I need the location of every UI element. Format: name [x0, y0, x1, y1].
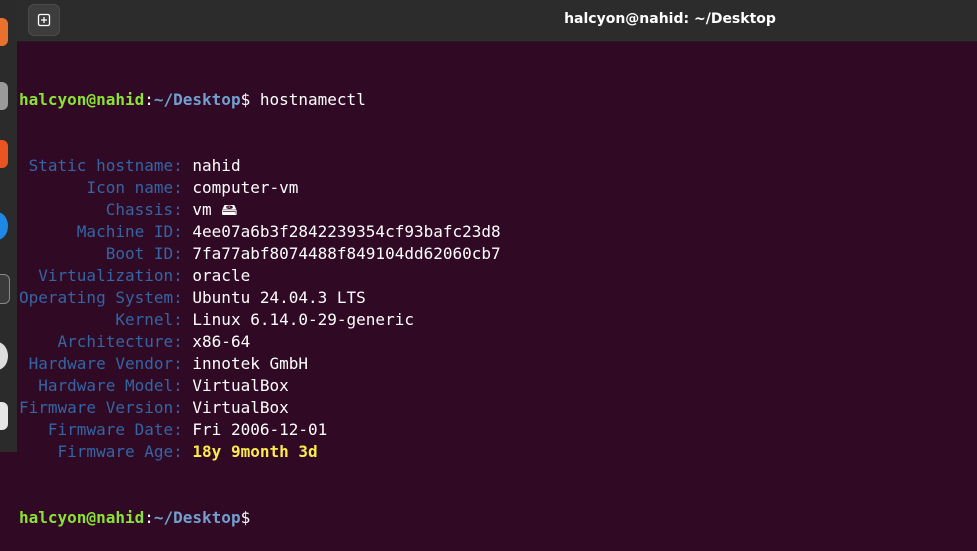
software-icon[interactable] [0, 140, 8, 168]
output-value: Ubuntu 24.04.3 LTS [192, 288, 365, 307]
output-row: Machine ID: 4ee07a6b3f2842239354cf93bafc… [19, 221, 977, 243]
output-label: Hardware Vendor: [29, 354, 183, 373]
output-label: Static hostname: [29, 156, 183, 175]
output-value: Fri 2006-12-01 [192, 420, 327, 439]
prompt-symbol: $ [241, 90, 251, 109]
output-row: Architecture: x86-64 [19, 331, 977, 353]
help-icon[interactable] [0, 212, 8, 240]
output-label: Kernel: [115, 310, 182, 329]
output-value: vm 🖴 [192, 200, 237, 219]
prompt-symbol: $ [241, 508, 251, 527]
output-label: Virtualization: [38, 266, 183, 285]
prompt-path: ~/Desktop [154, 508, 241, 527]
output-label: Icon name: [86, 178, 182, 197]
output-value: computer-vm [192, 178, 298, 197]
title-bar: halcyon@nahid: ~/Desktop [17, 0, 977, 42]
output-row: Static hostname: nahid [19, 155, 977, 177]
output-row: Operating System: Ubuntu 24.04.3 LTS [19, 287, 977, 309]
output-value: VirtualBox [192, 398, 288, 417]
hostnamectl-output: Static hostname: nahid Icon name: comput… [19, 155, 977, 463]
output-row: Hardware Model: VirtualBox [19, 375, 977, 397]
prompt-line[interactable]: halcyon@nahid:~/Desktop$ [19, 507, 977, 529]
output-value: x86-64 [192, 332, 250, 351]
settings-icon[interactable] [0, 342, 8, 370]
output-row: Firmware Age: 18y 9month 3d [19, 441, 977, 463]
output-row: Firmware Version: VirtualBox [19, 397, 977, 419]
output-row: Firmware Date: Fri 2006-12-01 [19, 419, 977, 441]
output-label: Chassis: [106, 200, 183, 219]
prompt-sep: : [144, 90, 154, 109]
output-value: oracle [192, 266, 250, 285]
output-row: Chassis: vm 🖴 [19, 199, 977, 221]
output-label: Hardware Model: [38, 376, 183, 395]
output-row: Hardware Vendor: innotek GmbH [19, 353, 977, 375]
trash-icon[interactable] [0, 402, 8, 430]
prompt-sep: : [144, 508, 154, 527]
window-title: halcyon@nahid: ~/Desktop [17, 11, 977, 27]
output-row: Icon name: computer-vm [19, 177, 977, 199]
output-label: Architecture: [58, 332, 183, 351]
prompt-user-host: halcyon@nahid [19, 508, 144, 527]
files-icon[interactable] [0, 82, 8, 110]
output-label: Operating System: [19, 288, 183, 307]
terminal-icon[interactable] [0, 274, 10, 304]
output-value: Linux 6.14.0-29-generic [192, 310, 414, 329]
command-line: halcyon@nahid:~/Desktop$ hostnamectl [19, 89, 977, 111]
prompt-user-host: halcyon@nahid [19, 90, 144, 109]
terminal-output[interactable]: halcyon@nahid:~/Desktop$ hostnamectl Sta… [19, 45, 977, 452]
output-value: 7fa77abf8074488f849104dd62060cb7 [192, 244, 500, 263]
command-text: hostnamectl [260, 90, 366, 109]
output-row: Kernel: Linux 6.14.0-29-generic [19, 309, 977, 331]
output-value: nahid [192, 156, 240, 175]
output-label: Firmware Version: [19, 398, 183, 417]
output-row: Virtualization: oracle [19, 265, 977, 287]
output-row: Boot ID: 7fa77abf8074488f849104dd62060cb… [19, 243, 977, 265]
firefox-icon[interactable] [0, 18, 8, 46]
output-label: Firmware Date: [48, 420, 183, 439]
output-value: VirtualBox [192, 376, 288, 395]
dock [0, 0, 17, 452]
prompt-path: ~/Desktop [154, 90, 241, 109]
output-value: innotek GmbH [192, 354, 308, 373]
output-label: Boot ID: [106, 244, 183, 263]
output-label: Machine ID: [77, 222, 183, 241]
output-value: 4ee07a6b3f2842239354cf93bafc23d8 [192, 222, 500, 241]
